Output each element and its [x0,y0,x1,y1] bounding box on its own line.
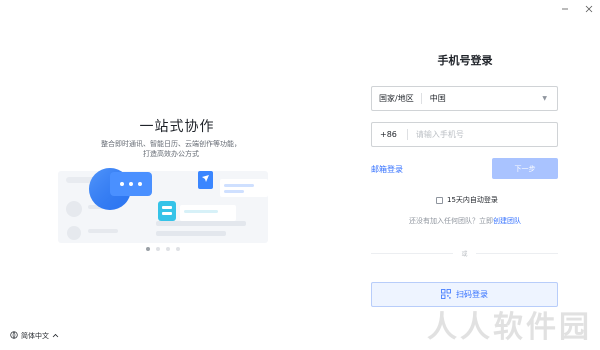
carousel-dot[interactable] [176,247,180,251]
qr-login-label: 扫码登录 [456,290,488,299]
intro-title: 一站式协作 [139,119,215,135]
language-selector[interactable]: 简体中文 [10,331,59,341]
login-window: 一站式协作 整合即时通讯、智能日历、云端创作等功能， 打造高效办公方式 简体中文… [0,0,600,350]
divider-line [476,253,558,254]
carousel-indicator [146,247,180,251]
qr-code-icon [441,288,451,301]
minimize-icon[interactable] [558,2,572,16]
intro-panel: 一站式协作 整合即时通讯、智能日历、云端创作等功能， 打造高效办公方式 简体中文 [0,0,300,350]
country-value: 中国 [429,94,446,103]
or-divider: 或 [371,251,558,258]
email-login-link[interactable]: 邮箱登录 [371,164,403,175]
caret-down-icon: ▼ [542,95,547,102]
auto-login-label: 15天内自动登录 [447,196,498,204]
watermark: 人人软件园 [427,310,592,345]
country-label: 国家/地区 [372,93,422,104]
phone-prefix[interactable]: +86 [372,129,408,140]
intro-description-line1: 整合即时通讯、智能日历、云端创作等功能， [101,140,241,148]
country-select[interactable]: 国家/地区 中国 ▼ [371,86,558,111]
intro-description-line2: 打造高效办公方式 [143,150,199,158]
chevron-up-icon [52,332,59,340]
carousel-dot[interactable] [166,247,170,251]
login-title: 手机号登录 [437,54,493,67]
team-prompt-text: 还没有加入任何团队？立即 [409,217,493,225]
auto-login-option: 15天内自动登录 [436,195,498,205]
carousel-dot[interactable] [156,247,160,251]
next-button[interactable]: 下一步 [492,158,558,179]
auto-login-checkbox[interactable] [436,196,443,204]
language-label: 简体中文 [21,332,49,340]
collaboration-illustration [58,168,268,243]
close-icon[interactable] [582,2,596,16]
carousel-dot[interactable] [146,247,150,251]
window-controls [558,2,596,16]
phone-input[interactable] [407,130,557,139]
team-prompt: 还没有加入任何团队？立即创建团队 [409,216,521,226]
globe-icon [10,331,18,341]
phone-field: +86 [371,122,558,147]
create-team-link[interactable]: 创建团队 [493,217,521,225]
